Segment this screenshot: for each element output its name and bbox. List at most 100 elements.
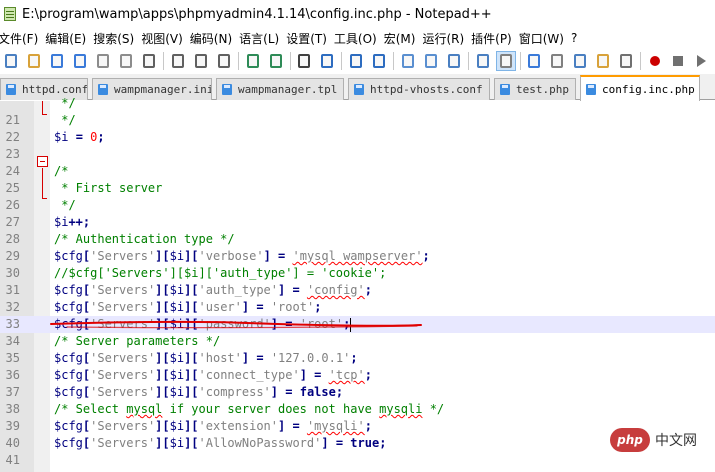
new-file-icon[interactable]	[2, 52, 20, 70]
play-macro-icon[interactable]	[692, 52, 710, 70]
code-token: 'mysqli'	[306, 419, 365, 433]
code-line[interactable]: 37 $cfg['Servers'][$i]['compress'] = fals…	[0, 384, 715, 401]
toolbar-separator	[640, 52, 641, 70]
code-text: */	[54, 197, 75, 214]
menu-item-11[interactable]: 窗口(W)	[519, 30, 571, 47]
code-line[interactable]: 25 * First server	[0, 180, 715, 197]
code-text: $cfg['Servers'][$i]['compress'] = false;	[54, 384, 343, 401]
find-icon[interactable]	[295, 52, 313, 70]
copy-icon[interactable]	[192, 52, 210, 70]
code-line[interactable]: 40 $cfg['Servers'][$i]['AllowNoPassword']…	[0, 435, 715, 452]
cut-icon[interactable]	[169, 52, 187, 70]
menu-item-8[interactable]: 宏(M)	[384, 30, 423, 47]
sync-horizontal-icon[interactable]	[422, 52, 440, 70]
menu-item-5[interactable]: 语言(L)	[239, 30, 286, 47]
code-line[interactable]: 29 $cfg['Servers'][$i]['verbose'] = 'mysq…	[0, 248, 715, 265]
watermark-text: 中文网	[655, 433, 697, 449]
menu-item-10[interactable]: 插件(P)	[471, 30, 519, 47]
code-line[interactable]: 26 */	[0, 197, 715, 214]
code-token: =	[335, 436, 344, 450]
code-text: $cfg['Servers'][$i]['connect_type'] = 't…	[54, 367, 372, 384]
code-line[interactable]: 21 */	[0, 112, 715, 129]
menu-item-9[interactable]: 运行(R)	[422, 30, 471, 47]
code-line[interactable]: 27 $i++;	[0, 214, 715, 231]
replace-icon[interactable]	[318, 52, 336, 70]
code-line[interactable]: 24 /*	[0, 163, 715, 180]
code-token: 'verbose'	[198, 249, 264, 263]
menu-item-6[interactable]: 设置(T)	[286, 30, 334, 47]
line-number: 34	[5, 334, 20, 348]
zoom-out-icon[interactable]	[370, 52, 388, 70]
save-all-icon[interactable]	[71, 52, 89, 70]
code-token: ++;	[68, 215, 91, 229]
code-token: ][	[184, 368, 199, 382]
code-token: 'user'	[198, 300, 242, 314]
code-token: 'tcp'	[328, 368, 365, 382]
function-list-icon[interactable]	[571, 52, 589, 70]
code-token: ]	[270, 385, 279, 399]
close-icon[interactable]	[94, 52, 112, 70]
code-line[interactable]: 34 /* Server parameters */	[0, 333, 715, 350]
paste-icon[interactable]	[215, 52, 233, 70]
undo-icon[interactable]	[244, 52, 262, 70]
open-file-icon[interactable]	[25, 52, 43, 70]
code-token: ;	[422, 249, 430, 263]
code-editor[interactable]: */21 */22 $i = 0; 23 24/* 25 * First server 2…	[0, 96, 715, 472]
code-line[interactable]: 30 //$cfg['Servers'][$i]['auth_type'] = '…	[0, 265, 715, 282]
code-line[interactable]: */	[0, 95, 715, 112]
code-line[interactable]: 28 /* Authentication type */	[0, 231, 715, 248]
redo-icon[interactable]	[267, 52, 285, 70]
menu-item-0[interactable]: 文件(F)	[0, 30, 45, 47]
toolbar-separator	[467, 52, 469, 70]
zoom-in-icon[interactable]	[347, 52, 365, 70]
line-number: 38	[5, 402, 20, 416]
word-wrap-icon[interactable]	[445, 52, 463, 70]
menu-item-3[interactable]: 视图(V)	[141, 30, 190, 47]
menu-item-2[interactable]: 搜索(S)	[93, 30, 141, 47]
code-token: ][	[155, 249, 170, 263]
code-token: $cfg	[54, 300, 83, 314]
line-number: 26	[5, 198, 20, 212]
code-line[interactable]: 41	[0, 452, 715, 469]
folder-workspace-icon[interactable]	[594, 52, 612, 70]
show-all-chars-icon[interactable]	[474, 52, 492, 70]
menu-item-12[interactable]: ?	[571, 31, 584, 45]
line-number: 24	[5, 164, 20, 178]
sync-vertical-icon[interactable]	[399, 52, 417, 70]
code-token: ][	[184, 385, 199, 399]
code-token: '127.0.0.1'	[270, 351, 351, 365]
monitoring-icon[interactable]	[617, 52, 635, 70]
user-lang-icon[interactable]	[525, 52, 543, 70]
code-line[interactable]: 35 $cfg['Servers'][$i]['host'] = '127.0.0…	[0, 350, 715, 367]
code-line[interactable]: 23	[0, 146, 715, 163]
code-line[interactable]: 39 $cfg['Servers'][$i]['extension'] = 'my…	[0, 418, 715, 435]
print-icon[interactable]	[140, 52, 158, 70]
code-text: $cfg['Servers'][$i]['AllowNoPassword'] =…	[54, 435, 386, 452]
menu-item-4[interactable]: 编码(N)	[190, 30, 239, 47]
doc-map-icon[interactable]	[548, 52, 566, 70]
code-token: $cfg	[54, 368, 83, 382]
menu-item-1[interactable]: 编辑(E)	[45, 30, 93, 47]
code-token: 'host'	[198, 351, 242, 365]
code-token: ;	[314, 300, 322, 314]
record-macro-icon[interactable]	[646, 52, 664, 70]
code-token: $cfg	[54, 351, 83, 365]
code-token: ;	[350, 351, 358, 365]
line-number: 41	[5, 453, 20, 467]
code-line[interactable]: 32 $cfg['Servers'][$i]['user'] = 'root';	[0, 299, 715, 316]
code-token: ]	[299, 368, 307, 382]
code-line[interactable]: 36 $cfg['Servers'][$i]['connect_type'] = …	[0, 367, 715, 384]
save-icon[interactable]	[48, 52, 66, 70]
code-line[interactable]: 31 $cfg['Servers'][$i]['auth_type'] = 'co…	[0, 282, 715, 299]
line-number: 37	[5, 385, 20, 399]
code-token: ][	[155, 436, 170, 450]
code-line[interactable]: 38 /* Select mysql if your server does no…	[0, 401, 715, 418]
stop-record-icon[interactable]	[669, 52, 687, 70]
indent-guide-icon[interactable]	[495, 51, 516, 71]
tab-label: config.inc.php	[602, 82, 695, 96]
menu-item-7[interactable]: 工具(O)	[334, 30, 384, 47]
code-line[interactable]: 22 $i = 0;	[0, 129, 715, 146]
close-all-icon[interactable]	[117, 52, 135, 70]
